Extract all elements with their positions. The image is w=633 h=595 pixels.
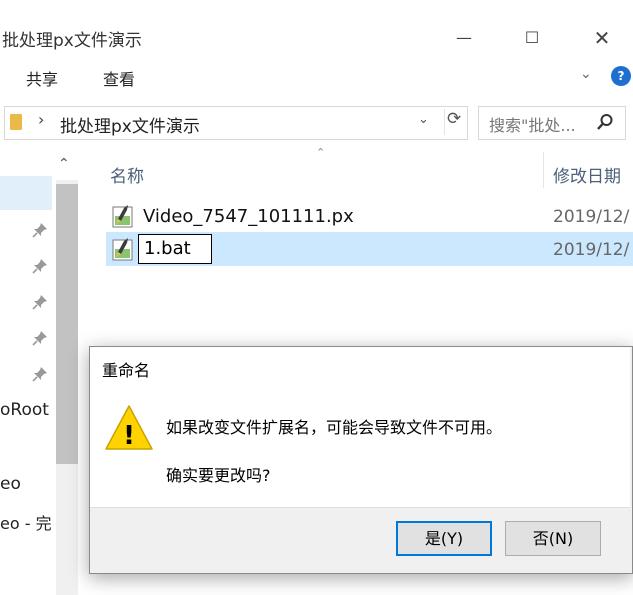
column-divider[interactable] [543,152,544,188]
warning-icon: ! [105,405,153,451]
pin-icon[interactable] [32,258,48,274]
tab-share[interactable]: 共享 [26,66,58,90]
file-date: 2019/12/ [553,207,630,227]
rename-field-value[interactable]: 1.bat [144,238,191,259]
scrollbar-thumb[interactable] [56,184,78,464]
nav-selected-item[interactable] [0,176,52,210]
tab-view[interactable]: 查看 [103,66,135,90]
folder-icon [10,114,22,130]
dialog-message: 如果改变文件扩展名，可能会导致文件不可用。 [166,418,503,437]
help-icon[interactable]: ? [611,66,631,86]
search-icon[interactable] [596,113,614,131]
maximize-button[interactable]: ☐ [512,24,552,52]
pin-icon[interactable] [32,294,48,310]
no-button[interactable]: 否(N) [505,521,601,556]
sort-ascending-icon: ⌃ [316,146,326,159]
pin-icon[interactable] [32,222,48,238]
refresh-icon[interactable]: ⟳ [444,109,469,135]
scroll-up-icon[interactable]: ⌃ [58,156,70,172]
breadcrumb[interactable]: 批处理px文件演示 [60,112,200,137]
dialog-divider [90,507,630,508]
address-dropdown-icon[interactable]: ⌄ [418,112,429,127]
search-placeholder: 搜索"批处... [489,116,576,135]
px-file-icon [112,205,133,228]
close-button[interactable]: ✕ [582,24,622,52]
pin-icon[interactable] [32,366,48,382]
breadcrumb-separator-icon[interactable]: › [38,110,44,129]
dialog-question: 确实要更改吗? [166,466,271,485]
column-header-date[interactable]: 修改日期 [553,162,621,187]
bat-file-icon [112,238,133,261]
nav-item[interactable]: eo - 完 [0,510,52,534]
file-date: 2019/12/ [553,240,630,260]
background-thumbnail [0,0,633,18]
pin-icon[interactable] [32,330,48,346]
file-name[interactable]: Video_7547_101111.px [143,206,354,227]
dialog-title: 重命名 [102,361,151,380]
nav-item[interactable]: oRoot [0,400,49,420]
yes-button[interactable]: 是(Y) [396,521,492,556]
warning-mark: ! [123,421,135,451]
nav-item[interactable]: eo [0,474,21,494]
ribbon-expand-icon[interactable]: ⌄ [580,66,592,82]
minimize-button[interactable]: — [444,24,484,52]
column-header-name[interactable]: 名称 [110,162,144,187]
window-title: 批处理px文件演示 [2,31,142,51]
